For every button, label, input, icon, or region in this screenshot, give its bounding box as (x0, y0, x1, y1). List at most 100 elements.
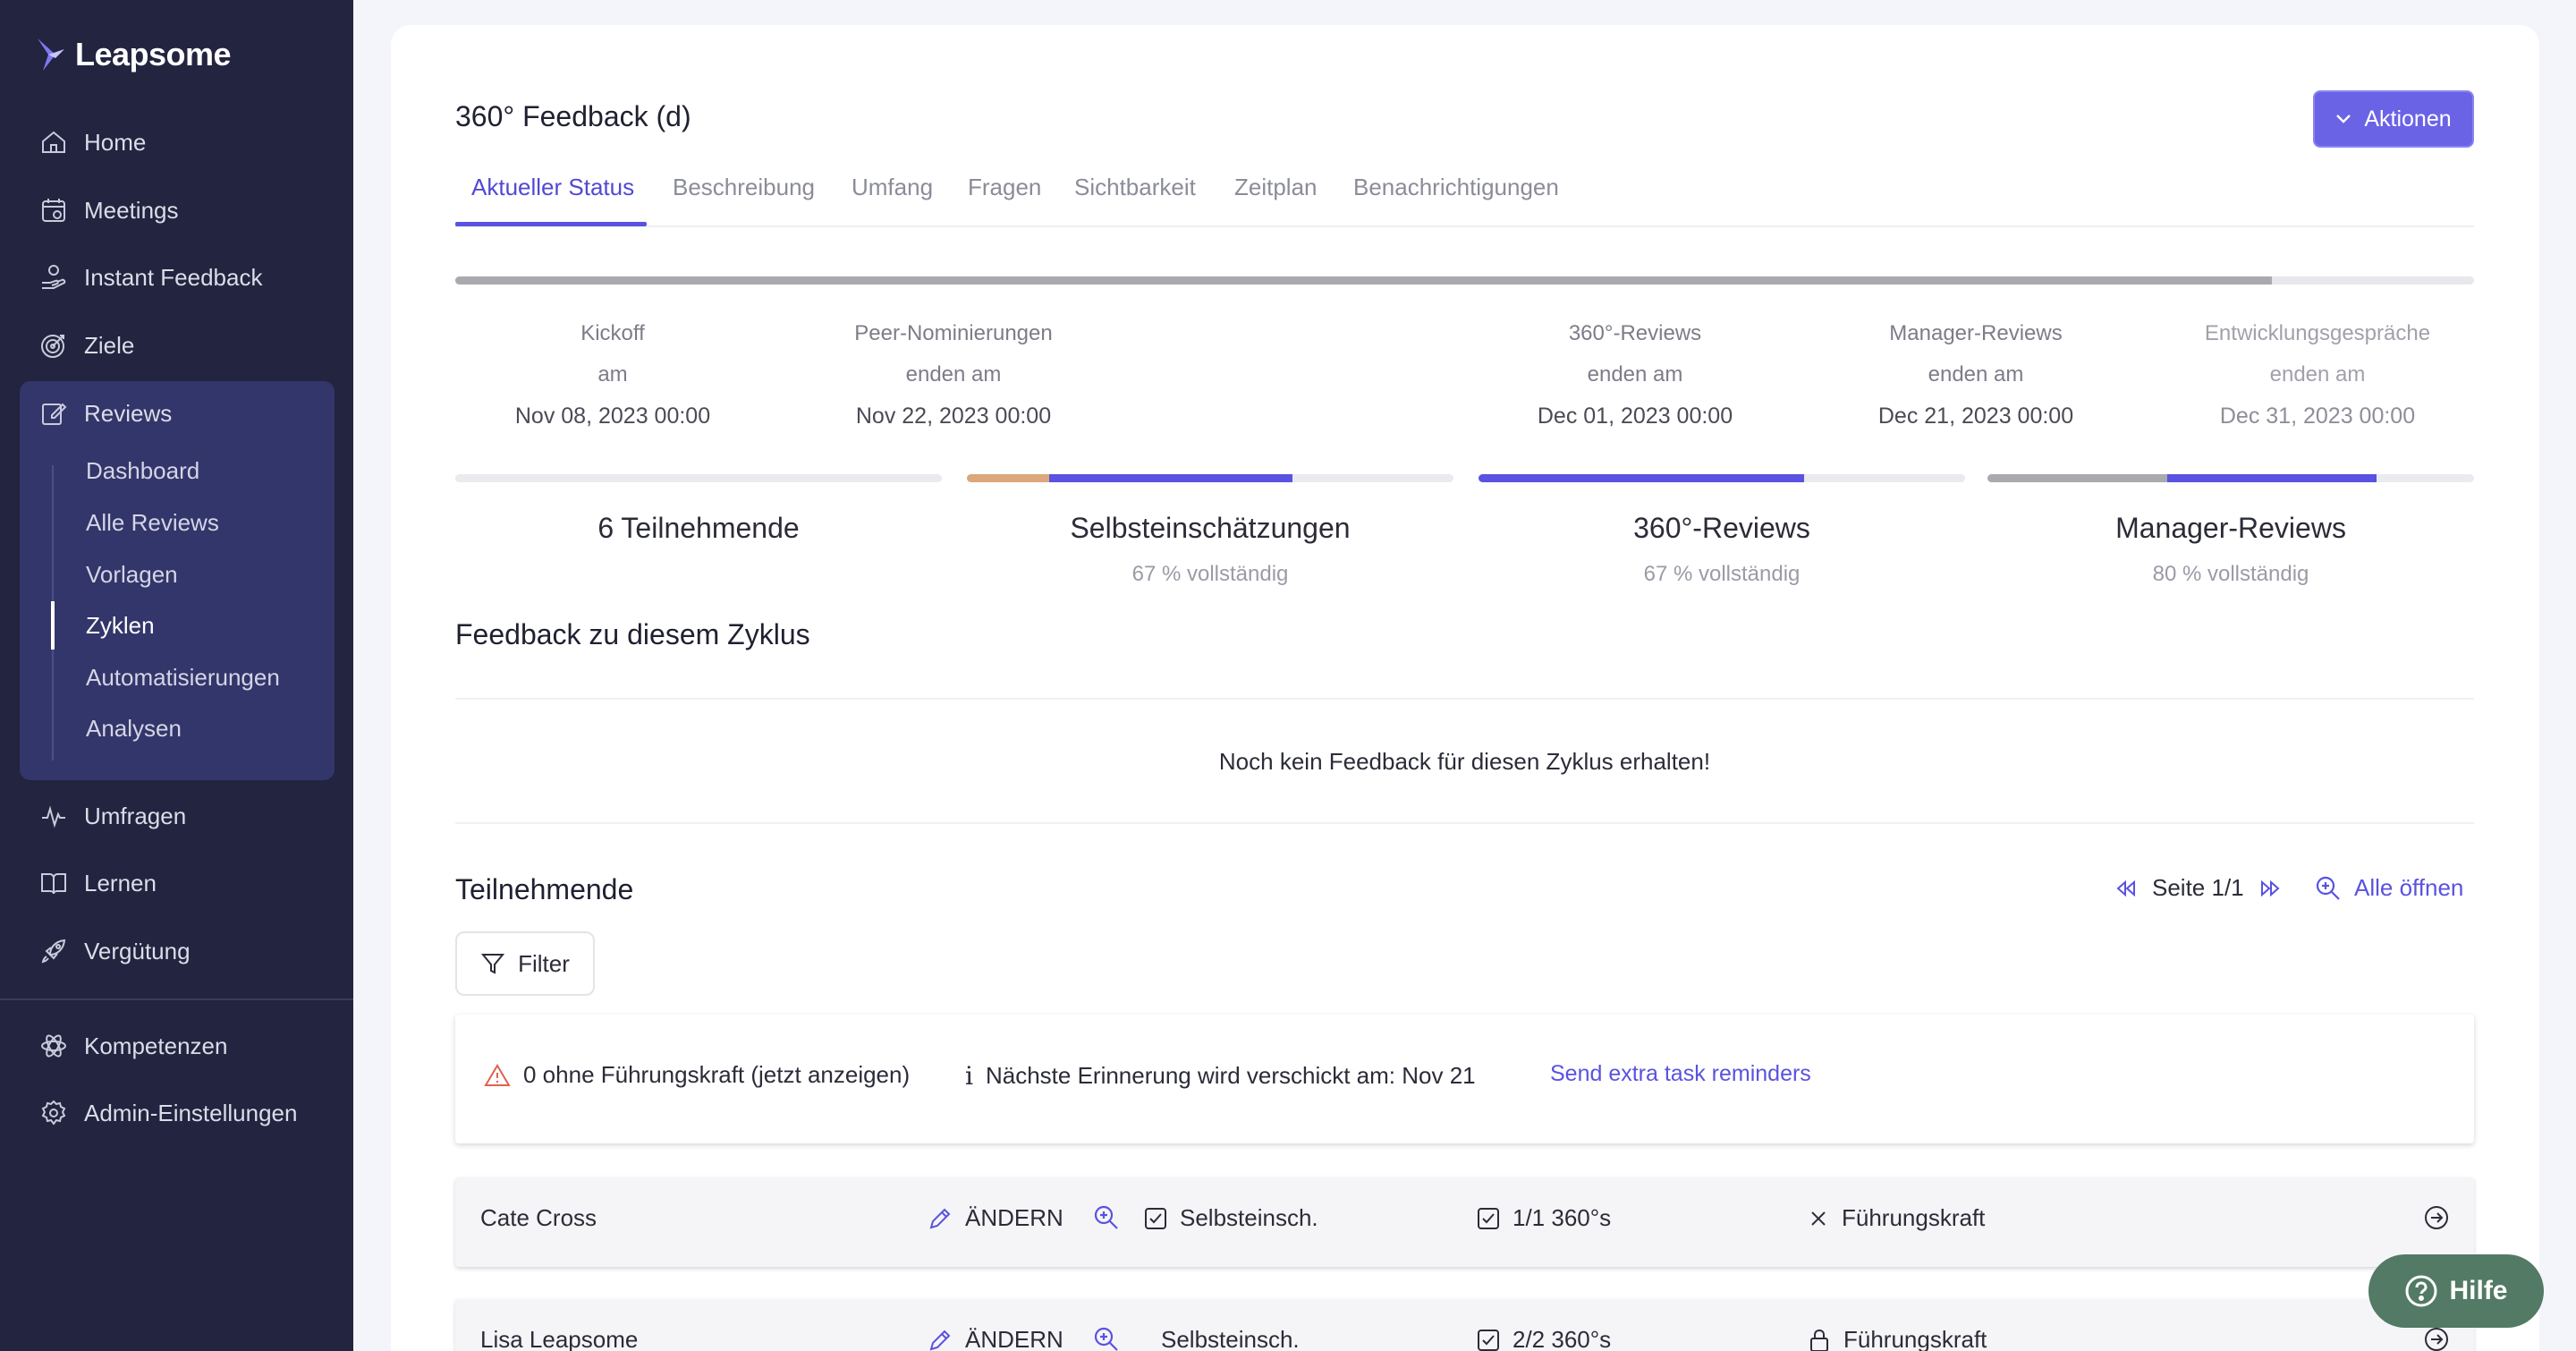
brand-logo[interactable]: Leapsome (36, 36, 232, 73)
zoom-in-icon-svg (1094, 1205, 1118, 1229)
cycle-timeline-bar (455, 276, 2474, 285)
sidebar-item-home[interactable]: Home (39, 123, 146, 162)
home-icon (42, 131, 65, 153)
stat-bar-segment-pending (967, 474, 1050, 482)
reviews-status: 2/2 360°s (1477, 1326, 1611, 1351)
actions-button[interactable]: Aktionen (2313, 90, 2474, 148)
sidebar-subitem-analysen[interactable]: Analysen (86, 709, 182, 748)
checkbox-checked-icon (1145, 1207, 1166, 1229)
self-assessment-status: Selbsteinsch. (1144, 1204, 1318, 1232)
sidebar-subitem-vorlagen[interactable]: Vorlagen (86, 555, 178, 594)
pulse-icon (42, 805, 65, 828)
sidebar-item-label: Umfragen (84, 802, 187, 829)
sidebar-item-ziele[interactable]: Ziele (39, 326, 134, 365)
participant-name: Lisa Leapsome (480, 1326, 639, 1351)
page-first-icon[interactable] (2114, 879, 2138, 897)
table-row[interactable]: Cate Cross ÄNDERN Selbsteinsch. 1/1 360°… (455, 1177, 2474, 1267)
question-circle-icon (2405, 1275, 2437, 1307)
help-label: Hilfe (2449, 1276, 2508, 1305)
reviews-status: 1/1 360°s (1477, 1204, 1611, 1232)
page-label: Seite 1/1 (2152, 874, 2244, 901)
atom-icon (41, 1034, 66, 1058)
sidebar-item-verguetung[interactable]: Vergütung (39, 931, 191, 971)
sidebar-item-label: Kompetenzen (84, 1032, 228, 1059)
book-icon (41, 873, 66, 895)
tab-zeitplan[interactable]: Zeitplan (1234, 174, 1318, 218)
pagination: Seite 1/1 (2114, 874, 2282, 902)
sidebar-item-label: Meetings (84, 196, 179, 224)
stat-manager-reviews-sub: 80 % vollständig (2152, 562, 2309, 586)
sidebar-item-kompetenzen[interactable]: Kompetenzen (39, 1026, 227, 1066)
filter-button[interactable]: Filter (455, 931, 595, 996)
sidebar-subitem-alle-reviews[interactable]: Alle Reviews (86, 503, 219, 542)
rocket-icon (41, 939, 66, 964)
sidebar-item-umfragen[interactable]: Umfragen (39, 796, 186, 836)
participants-info-box: 0 ohne Führungskraft (jetzt anzeigen) i … (455, 1015, 2474, 1143)
zoom-in-icon[interactable] (1093, 1326, 1120, 1351)
feedback-empty-message: Noch kein Feedback für diesen Zyklus erh… (1218, 748, 1711, 775)
target-icon (41, 335, 64, 358)
edit-button[interactable]: ÄNDERN (928, 1204, 1063, 1232)
feedback-divider-bottom (455, 822, 2474, 824)
leapsome-logo-icon (38, 38, 64, 71)
send-reminders-link[interactable]: Send extra task reminders (1550, 1061, 1811, 1087)
tab-beschreibung[interactable]: Beschreibung (673, 174, 815, 218)
sidebar-item-lernen[interactable]: Lernen (39, 863, 157, 903)
stat-bar-360-reviews (1479, 474, 1965, 482)
zoom-in-icon (2316, 876, 2340, 900)
self-assessment-status: Selbsteinsch. (1161, 1326, 1300, 1351)
sidebar-subitem-zyklen[interactable]: Zyklen (86, 606, 155, 645)
tab-sichtbarkeit[interactable]: Sichtbarkeit (1074, 174, 1196, 218)
submenu-active-indicator (51, 601, 55, 650)
stat-360-reviews-sub: 67 % vollständig (1643, 562, 1801, 586)
edit-button[interactable]: ÄNDERN (928, 1326, 1063, 1351)
sidebar-item-meetings[interactable]: Meetings (39, 191, 179, 230)
stat-participants-title: 6 Teilnehmende (597, 512, 800, 544)
brand-name: Leapsome (75, 36, 232, 72)
calendar-icon (42, 199, 65, 222)
sidebar-item-instant-feedback[interactable]: Instant Feedback (39, 258, 262, 297)
sidebar-item-label: Home (84, 128, 147, 156)
sidebar-item-reviews[interactable]: Reviews (39, 394, 172, 433)
stat-manager-reviews-title: Manager-Reviews (2115, 512, 2346, 544)
no-manager-warning[interactable]: 0 ohne Führungskraft (jetzt anzeigen) (484, 1061, 910, 1089)
milestone-peer-nominierungen: Peer-Nominierungen enden am Nov 22, 2023… (854, 321, 1053, 429)
gear-icon (41, 1100, 66, 1126)
page-last-icon[interactable] (2258, 879, 2282, 897)
table-row[interactable]: Lisa Leapsome ÄNDERN Selbsteinsch. 2/2 3… (455, 1299, 2474, 1351)
help-button[interactable]: Hilfe (2368, 1254, 2544, 1328)
tab-umfang[interactable]: Umfang (852, 174, 933, 218)
tab-aktueller-status[interactable]: Aktueller Status (471, 174, 634, 218)
timeline-progress (455, 276, 2273, 285)
tab-benachrichtigungen[interactable]: Benachrichtigungen (1353, 174, 1559, 218)
milestone-manager-reviews: Manager-Reviews enden am Dec 21, 2023 00… (1877, 321, 2074, 429)
open-row-button[interactable] (2423, 1326, 2450, 1351)
stat-360-reviews-title: 360°-Reviews (1633, 512, 1810, 544)
edit-icon (42, 403, 67, 425)
zoom-in-icon[interactable] (1093, 1204, 1120, 1231)
sidebar-subitem-automatisierungen[interactable]: Automatisierungen (86, 658, 280, 697)
stat-bar-segment-gray (1987, 474, 2168, 482)
arrow-circle-right-icon (2425, 1206, 2448, 1229)
sidebar-item-label: Instant Feedback (84, 263, 263, 291)
filter-icon (480, 954, 505, 974)
arrow-circle-right-icon (2425, 1328, 2448, 1351)
page-title: 360° Feedback (d) (455, 100, 691, 132)
stat-bar-manager-reviews (1987, 474, 2474, 482)
open-all-label: Alle öffnen (2354, 874, 2464, 901)
actions-button-label: Aktionen (2364, 106, 2452, 132)
open-all-link[interactable]: Alle öffnen (2315, 874, 2463, 902)
milestone-entwicklungsgespraeche: Entwicklungsgespräche enden am Dec 31, 2… (2204, 321, 2431, 429)
sidebar-item-admin-einstellungen[interactable]: Admin-Einstellungen (39, 1093, 297, 1133)
sidebar-subitem-dashboard[interactable]: Dashboard (86, 451, 199, 490)
sidebar-item-label: Lernen (84, 869, 157, 896)
warning-icon (484, 1063, 511, 1086)
feedback-heading: Feedback zu diesem Zyklus (455, 618, 810, 650)
active-tab-indicator (455, 222, 647, 226)
sidebar-item-label: Vergütung (84, 937, 191, 964)
open-row-button[interactable] (2423, 1204, 2450, 1231)
tab-fragen[interactable]: Fragen (968, 174, 1041, 218)
stat-bar-self-assessments (967, 474, 1453, 482)
sidebar-item-label: Ziele (84, 331, 135, 359)
milestone-360-reviews: 360°-Reviews enden am Dec 01, 2023 00:00 (1537, 321, 1733, 429)
